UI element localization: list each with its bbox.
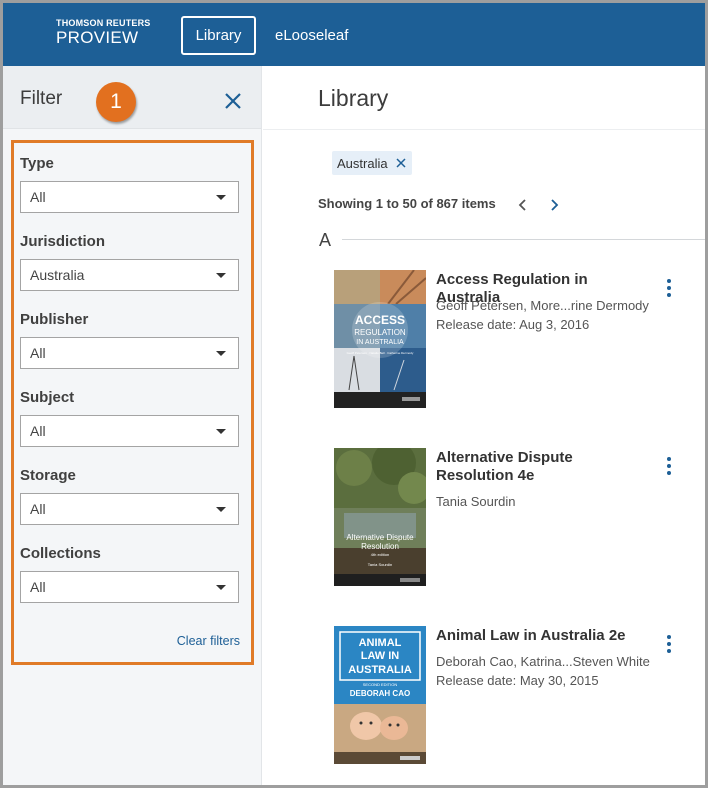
book-item[interactable]: Alternative Dispute Resolution 4th editi… [334,448,705,588]
caret-down-icon [216,273,226,278]
storage-select[interactable]: All [20,493,239,525]
caret-down-icon [216,585,226,590]
book-title[interactable]: Alternative Dispute Resolution 4e [436,449,654,485]
book-item[interactable]: ANIMAL LAW IN AUSTRALIA SECOND EDITION D… [334,626,705,766]
caret-down-icon [216,429,226,434]
book-cover-image[interactable]: ACCESS REGULATION IN AUSTRALIA Geoff Pet… [334,270,426,408]
cover-text: AUSTRALIA [348,664,412,676]
collections-select[interactable]: All [20,571,239,603]
select-value: All [30,189,46,205]
cover-authors: Tania Sourdin [368,562,392,567]
section-divider [342,239,705,240]
filter-group-subject: Subject All [20,389,241,447]
filter-group-collections: Collections All [20,545,241,603]
logo-line-1: THOMSON REUTERS [56,18,151,28]
more-options-icon[interactable] [664,278,674,298]
cover-text: IN AUSTRALIA [356,339,404,346]
filter-group-storage: Storage All [20,467,241,525]
more-options-icon[interactable] [664,456,674,476]
caret-down-icon [216,351,226,356]
book-release-date: Release date: May 30, 2015 [436,673,599,688]
caret-down-icon [216,507,226,512]
filter-panel-highlight: Type All Jurisdiction Australia Publishe… [11,140,254,665]
subject-select[interactable]: All [20,415,239,447]
top-nav-bar: THOMSON REUTERS PROVIEW Library eLoosele… [3,3,705,66]
book-authors: Deborah Cao, Katrina...Steven White [436,654,650,669]
cover-text: ACCESS [355,313,405,327]
jurisdiction-select[interactable]: Australia [20,259,239,291]
type-select[interactable]: All [20,181,239,213]
filter-group-type: Type All [20,155,241,213]
publisher-select[interactable]: All [20,337,239,369]
filter-label: Type [20,155,54,172]
app-window: THOMSON REUTERS PROVIEW Library eLoosele… [0,0,708,788]
filter-label: Jurisdiction [20,233,106,250]
proview-logo[interactable]: THOMSON REUTERS PROVIEW [56,18,151,48]
filter-group-jurisdiction: Jurisdiction Australia [20,233,241,291]
cover-text: Resolution [361,542,399,551]
chevron-right-icon[interactable] [547,196,561,214]
remove-filter-icon[interactable] [396,158,406,168]
cover-text: 4th edition [371,552,389,557]
book-item[interactable]: ACCESS REGULATION IN AUSTRALIA Geoff Pet… [334,270,705,410]
close-icon[interactable] [222,90,244,112]
cover-text: ANIMAL [359,637,402,649]
active-filter-chip: Australia [332,151,412,175]
section-letter: A [319,230,332,250]
nav-tab-elooseleaf[interactable]: eLooseleaf [275,16,348,55]
filter-label: Storage [20,467,76,484]
book-release-date: Release date: Aug 3, 2016 [436,317,590,332]
select-value: All [30,345,46,361]
nav-tab-library[interactable]: Library [181,16,256,55]
book-title[interactable]: Animal Law in Australia 2e [436,627,654,645]
results-count: Showing 1 to 50 of 867 items [318,196,496,211]
cover-authors: Geoff Petersen · Natalie Bell · Catherin… [347,351,414,355]
chevron-left-icon[interactable] [516,196,530,214]
filter-label: Publisher [20,311,89,328]
caret-down-icon [216,195,226,200]
book-cover-image[interactable]: ANIMAL LAW IN AUSTRALIA SECOND EDITION D… [334,626,426,764]
filter-label: Collections [20,545,101,562]
callout-badge: 1 [96,82,136,122]
more-options-icon[interactable] [664,634,674,654]
select-value: All [30,423,46,439]
cover-text: LAW IN [361,650,400,662]
filter-group-publisher: Publisher All [20,311,241,369]
cover-text: Alternative Dispute [346,533,414,542]
select-value: All [30,579,46,595]
filter-sidebar-header: Filter 1 [3,66,261,129]
select-value: All [30,501,46,517]
book-authors: Tania Sourdin [436,494,516,509]
divider [263,129,705,130]
cover-text: REGULATION [354,328,406,337]
book-authors: Geoff Petersen, More...rine Dermody [436,298,649,313]
book-cover-image[interactable]: Alternative Dispute Resolution 4th editi… [334,448,426,586]
filter-sidebar: Filter 1 Type All Jurisdiction Australia [3,66,262,785]
clear-filters-link[interactable]: Clear filters [177,634,240,648]
select-value: Australia [30,267,85,283]
filter-title: Filter [20,88,63,109]
page-title: Library [318,85,389,111]
chip-label: Australia [337,155,388,171]
cover-edition: SECOND EDITION [363,682,398,687]
logo-line-2: PROVIEW [56,28,139,47]
cover-authors: DEBORAH CAO [350,689,410,698]
filter-label: Subject [20,389,75,406]
